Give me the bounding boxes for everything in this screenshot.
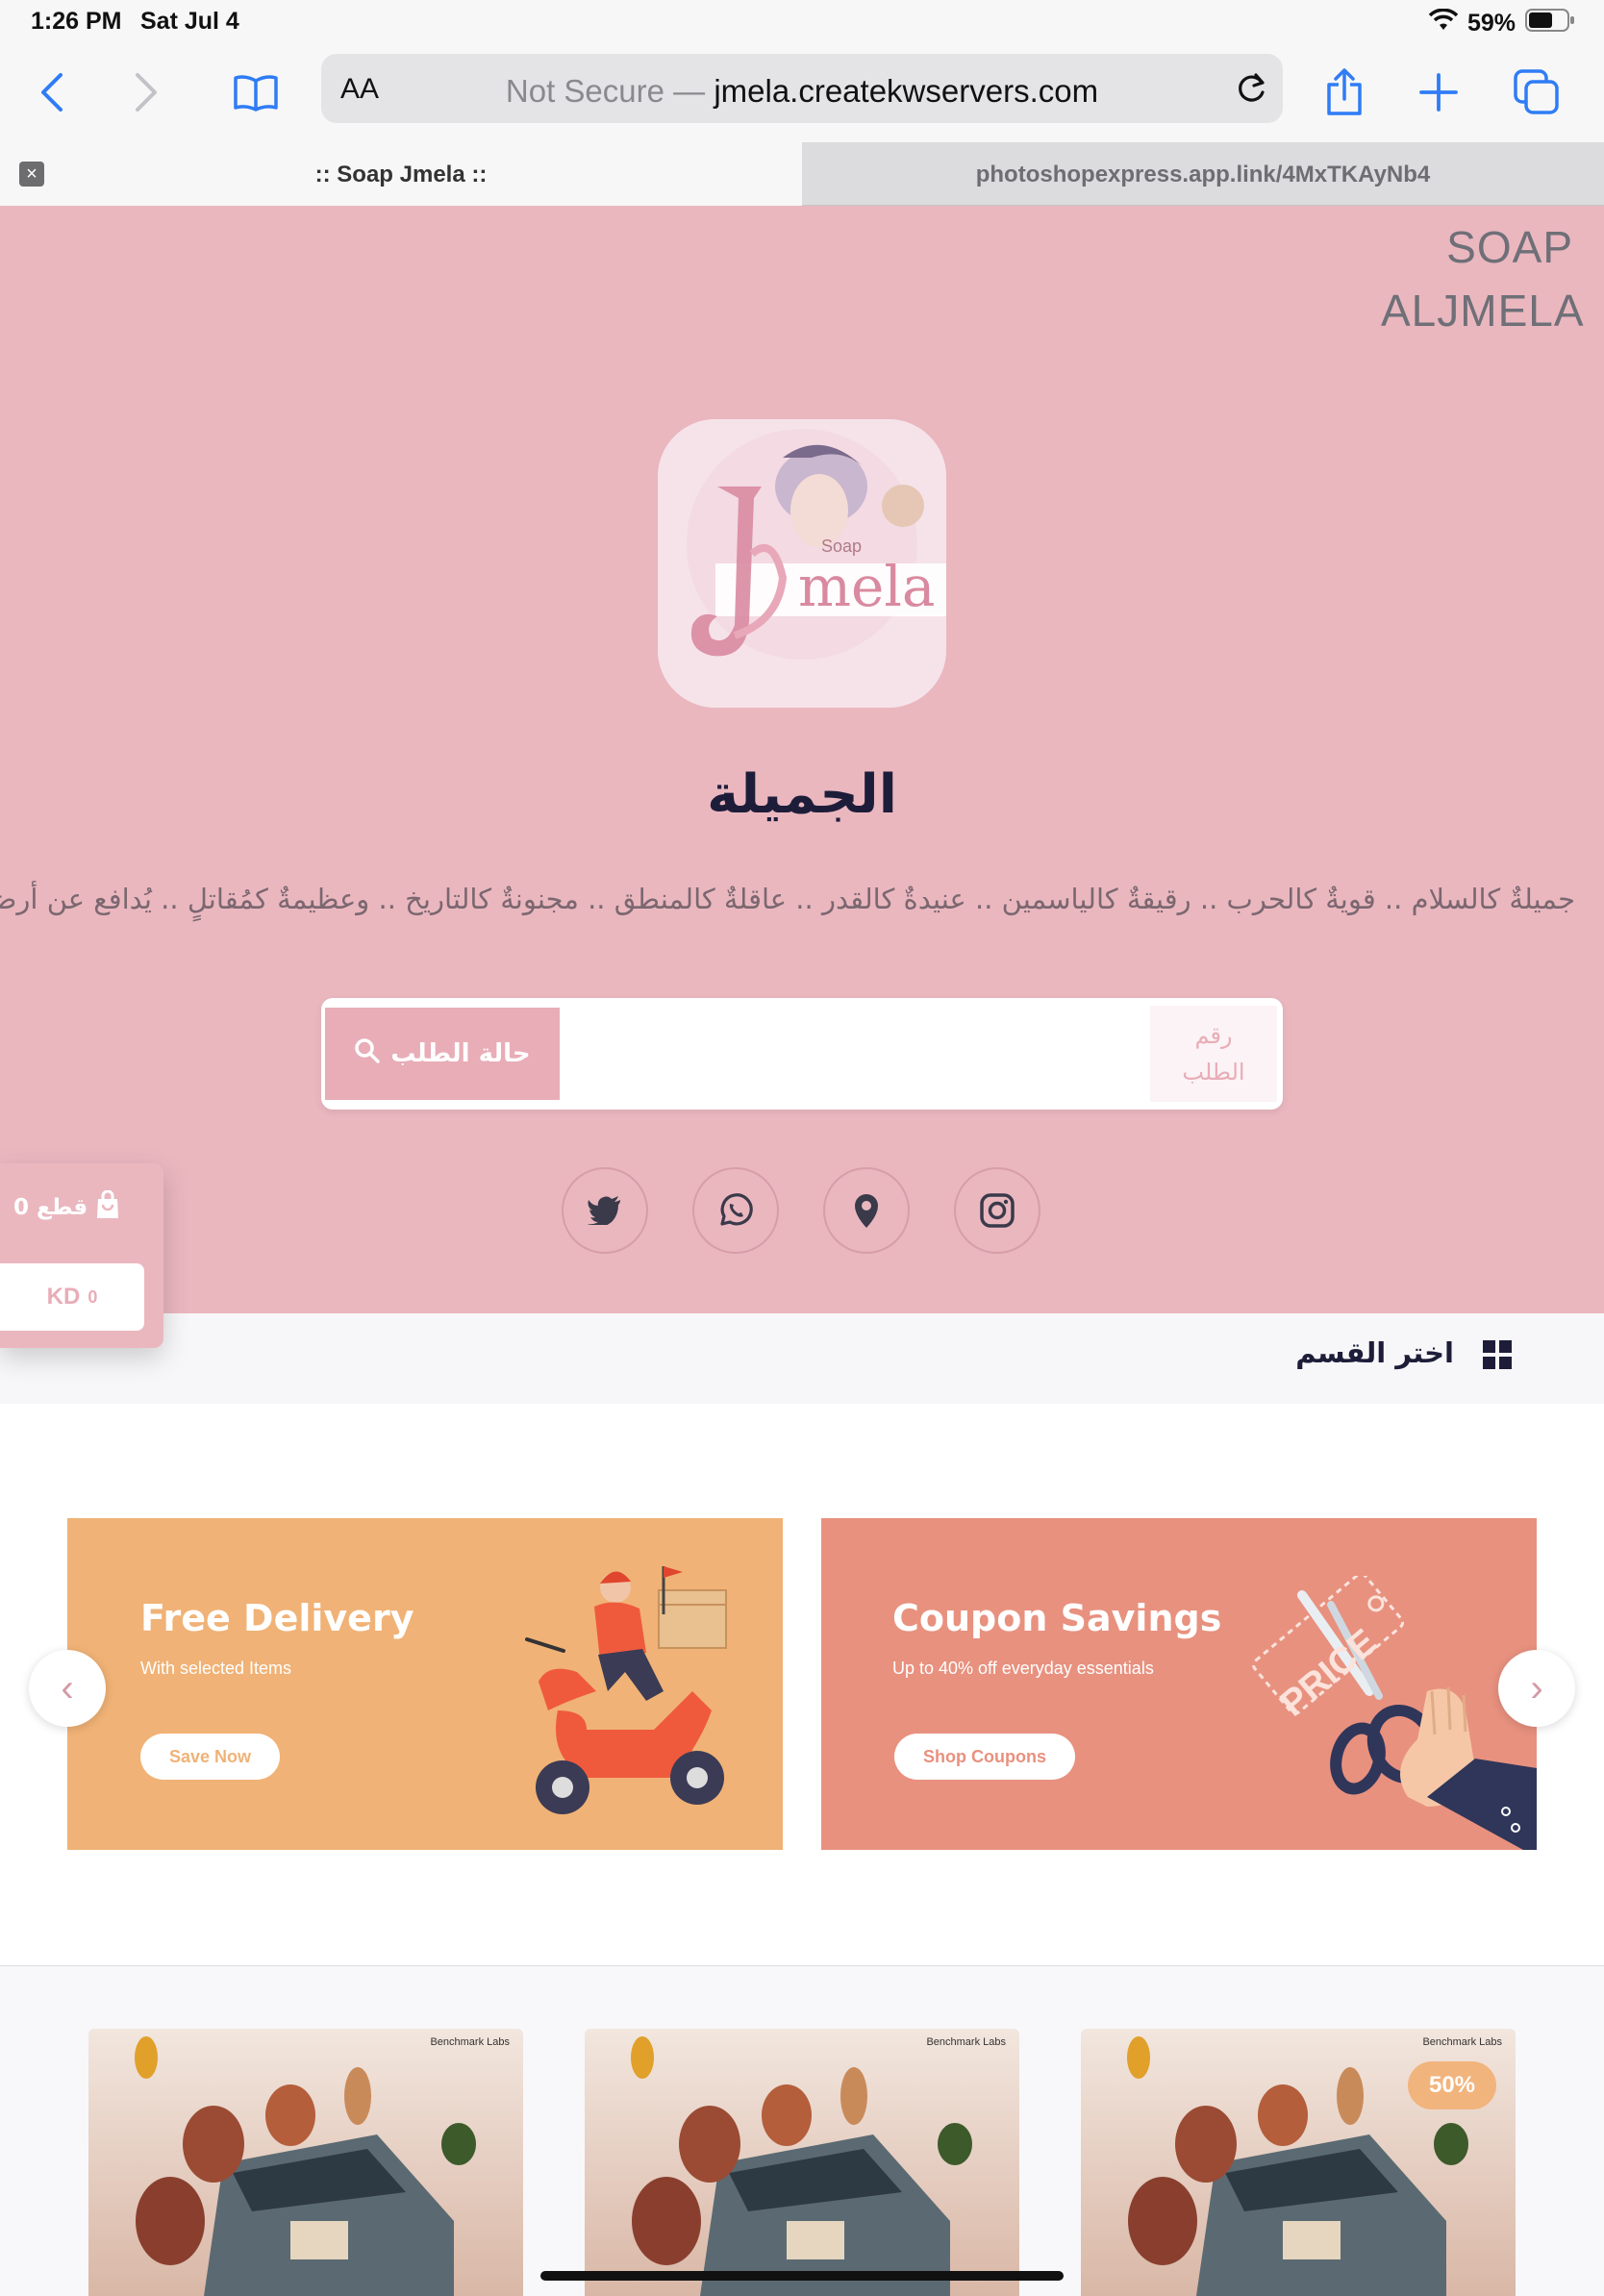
- discount-badge: 50%: [1408, 2061, 1496, 2109]
- cart-currency: KD: [46, 1284, 81, 1310]
- promo-subtitle: With selected Items: [140, 1659, 292, 1678]
- store-tagline: جميلةٌ كالسلام .. قويةٌ كالحرب .. رقيقةٌ…: [0, 883, 1575, 915]
- price-tag-scissors-illustration: [1252, 1576, 1537, 1850]
- order-status-button[interactable]: حالة الطلب: [325, 1008, 560, 1100]
- twitter-icon: [588, 1196, 620, 1225]
- url-text[interactable]: Not Secure — jmela.createkwservers.com: [321, 73, 1283, 110]
- location-link[interactable]: [823, 1167, 910, 1254]
- home-indicator: [540, 2271, 1064, 2281]
- product-card[interactable]: Benchmark Labs: [585, 2029, 1019, 2296]
- chevron-right-icon: [136, 73, 157, 112]
- back-button[interactable]: [21, 62, 83, 123]
- address-bar[interactable]: AA Not Secure — jmela.createkwservers.co…: [321, 54, 1283, 123]
- carousel-prev-button[interactable]: ‹: [29, 1650, 106, 1727]
- product-card[interactable]: Benchmark Labs: [88, 2029, 523, 2296]
- status-bar: 1:26 PM Sat Jul 4 59%: [0, 0, 1604, 46]
- chevron-right-icon: ›: [1530, 1666, 1543, 1710]
- forward-button[interactable]: [115, 62, 177, 123]
- store-logo: mela Soap: [658, 419, 946, 708]
- tab-bar: × :: Soap Jmela :: photoshopexpress.app.…: [0, 142, 1604, 206]
- order-number-label-text: رقم الطلب: [1182, 1022, 1245, 1086]
- category-selector[interactable]: اختر القسم: [0, 1313, 1604, 1404]
- twitter-link[interactable]: [562, 1167, 648, 1254]
- promo-coupon-savings[interactable]: Coupon Savings Up to 40% off everyday es…: [821, 1518, 1537, 1850]
- plus-icon: [1419, 73, 1458, 112]
- battery-icon: [1525, 8, 1575, 39]
- promo-free-delivery[interactable]: Free Delivery With selected Items Save N…: [67, 1518, 783, 1850]
- book-icon: [234, 75, 278, 112]
- delivery-scooter-illustration: [525, 1566, 727, 1814]
- cart-total: KD 0: [0, 1263, 144, 1331]
- promo-title: Coupon Savings: [892, 1597, 1222, 1639]
- logo-text: mela: [798, 554, 936, 619]
- url-security-label: Not Secure —: [505, 73, 706, 109]
- new-tab-button[interactable]: [1408, 62, 1469, 123]
- status-date: Sat Jul 4: [140, 8, 239, 35]
- reload-icon[interactable]: [1233, 71, 1269, 112]
- carousel-next-button[interactable]: ›: [1498, 1650, 1575, 1727]
- order-number-input[interactable]: [564, 1008, 1150, 1100]
- cart-count-value: 0: [13, 1195, 30, 1220]
- product-brand: Benchmark Labs: [430, 2036, 510, 2048]
- product-card[interactable]: Benchmark Labs 50%: [1081, 2029, 1516, 2296]
- share-icon: [1327, 68, 1362, 115]
- cart-widget[interactable]: 0 قطع KD 0: [0, 1163, 163, 1348]
- whatsapp-link[interactable]: [692, 1167, 779, 1254]
- status-indicators: 59%: [1428, 8, 1575, 39]
- tab-title: photoshopexpress.app.link/4MxTKAyNb4: [975, 162, 1431, 187]
- brand-text: SOAP ALJMELA: [1381, 222, 1585, 336]
- product-brand: Benchmark Labs: [1422, 2036, 1502, 2048]
- chevron-left-icon: ‹: [61, 1666, 74, 1710]
- brand-name[interactable]: SOAP ALJMELA: [1381, 215, 1585, 342]
- tab-soap-jmela[interactable]: × :: Soap Jmela ::: [0, 142, 802, 206]
- store-name: الجميلة: [707, 763, 897, 826]
- promo-title: Free Delivery: [140, 1597, 414, 1639]
- product-image: [88, 2029, 523, 2296]
- order-status-search: حالة الطلب رقم الطلب: [321, 998, 1283, 1110]
- shop-coupons-button[interactable]: Shop Coupons: [894, 1734, 1075, 1780]
- tab-title: :: Soap Jmela ::: [314, 162, 488, 187]
- cart-count: 0 قطع: [13, 1189, 120, 1225]
- product-brand: Benchmark Labs: [926, 2036, 1006, 2048]
- tab-photoshop-express[interactable]: photoshopexpress.app.link/4MxTKAyNb4: [802, 142, 1604, 206]
- whatsapp-icon: [720, 1193, 753, 1226]
- product-image: [585, 2029, 1019, 2296]
- tabs-overview-button[interactable]: [1506, 62, 1567, 123]
- url-domain: jmela.createkwservers.com: [714, 73, 1099, 109]
- shopping-bag-icon: [95, 1189, 120, 1225]
- chevron-left-icon: [41, 73, 63, 112]
- status-time: 1:26 PM: [31, 8, 122, 35]
- wifi-icon: [1428, 8, 1459, 38]
- location-icon: [855, 1194, 878, 1228]
- promo-subtitle: Up to 40% off everyday essentials: [892, 1659, 1154, 1678]
- order-status-label: حالة الطلب: [390, 1039, 531, 1068]
- instagram-icon: [980, 1193, 1015, 1228]
- search-icon: [354, 1037, 381, 1071]
- bookmarks-button[interactable]: [225, 62, 287, 123]
- share-button[interactable]: [1314, 62, 1375, 123]
- browser-toolbar: AA Not Secure — jmela.createkwservers.co…: [0, 46, 1604, 142]
- tabs-icon: [1514, 69, 1559, 114]
- cart-total-value: 0: [88, 1286, 98, 1307]
- battery-percent: 59%: [1466, 10, 1516, 37]
- save-now-button[interactable]: Save Now: [140, 1734, 281, 1780]
- hero-section: SOAP ALJMELA mela Soap الجميلة جميلةٌ كا…: [0, 206, 1604, 1313]
- cart-count-label: قطع: [37, 1195, 88, 1220]
- logo-subtext: Soap: [821, 537, 863, 556]
- order-number-label: رقم الطلب: [1150, 1006, 1277, 1102]
- instagram-link[interactable]: [954, 1167, 1040, 1254]
- grid-icon: [1483, 1340, 1512, 1369]
- category-label: اختر القسم: [1295, 1336, 1454, 1369]
